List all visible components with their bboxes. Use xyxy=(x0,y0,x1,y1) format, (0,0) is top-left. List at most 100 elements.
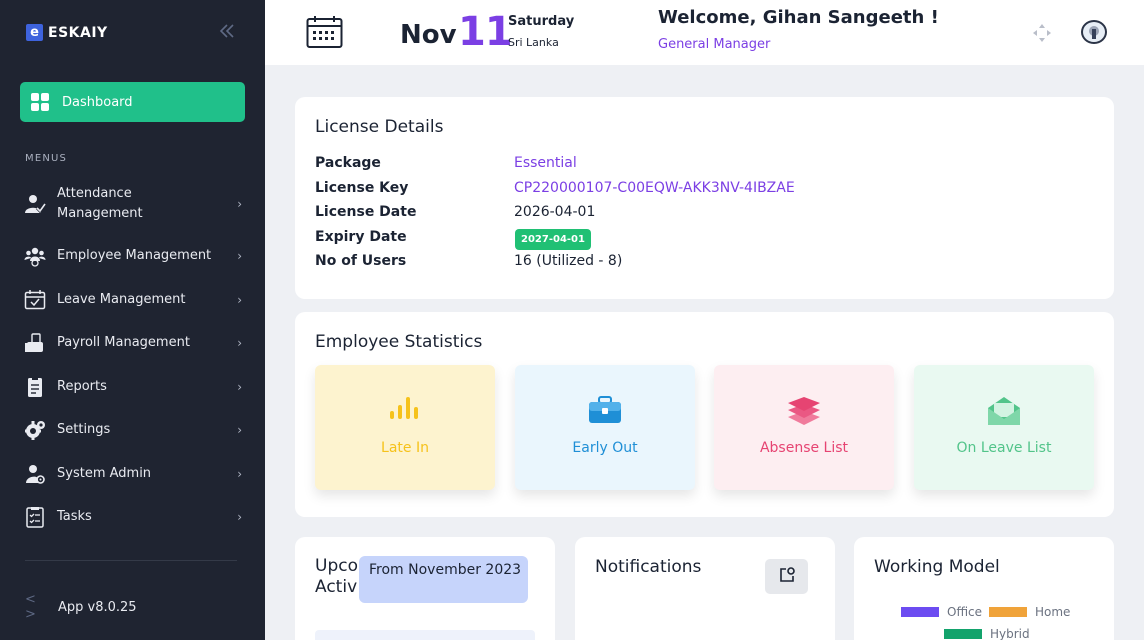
menus-section-label: MENUS xyxy=(25,153,68,164)
sidebar-item-attendance-management[interactable]: Attendance Management › xyxy=(24,184,242,224)
users-count-value: 16 (Utilized - 8) xyxy=(514,253,623,269)
stat-tile-absense-list[interactable]: Absense List xyxy=(714,365,894,490)
chevron-right-icon: › xyxy=(237,293,242,307)
card-title: Working Model xyxy=(874,557,1000,577)
system-admin-icon xyxy=(24,463,46,485)
welcome-message: Welcome, Gihan Sangeeth ! xyxy=(658,7,939,28)
user-role: General Manager xyxy=(658,37,771,52)
payroll-icon xyxy=(24,332,46,354)
card-title: Notifications xyxy=(595,557,702,577)
stat-tile-label: Absense List xyxy=(759,440,849,456)
app-version-label: App v8.0.25 xyxy=(58,599,137,615)
sidebar-item-label: System Admin xyxy=(57,466,152,481)
user-avatar[interactable] xyxy=(1081,20,1107,44)
employee-statistics-card: Employee Statistics Late In Early Out Ab… xyxy=(295,312,1114,517)
dashboard-grid-icon xyxy=(31,93,49,111)
legend-label: Home xyxy=(1035,605,1071,619)
tasks-icon xyxy=(24,506,46,528)
chevron-right-icon: › xyxy=(237,510,242,524)
sidebar-item-tasks[interactable]: Tasks › xyxy=(24,506,242,528)
briefcase-icon xyxy=(515,395,695,425)
from-date-tag[interactable]: From November 2023 xyxy=(359,556,528,603)
date-country: Sri Lanka xyxy=(508,36,559,49)
upcoming-activities-card: Upco Activ From November 2023 xyxy=(295,537,555,640)
stat-tile-label: On Leave List xyxy=(956,440,1052,456)
working-model-card: Working Model Office Home Hybrid xyxy=(854,537,1114,640)
license-label: No of Users xyxy=(315,253,407,269)
sidebar-item-label: Tasks xyxy=(57,509,92,524)
chevron-right-icon: › xyxy=(237,380,242,394)
double-chevron-left-icon[interactable] xyxy=(219,24,239,42)
expiry-date-badge: 2027-04-01 xyxy=(515,229,591,250)
stat-tile-label: Late In xyxy=(381,440,429,456)
license-package-value: Essential xyxy=(514,155,577,171)
calendar-icon xyxy=(306,15,343,53)
legend-item-hybrid[interactable]: Hybrid xyxy=(944,627,1030,640)
card-title-line: Activ xyxy=(315,577,358,597)
legend-item-office[interactable]: Office xyxy=(901,605,982,619)
code-brackets-icon: < > xyxy=(25,592,36,622)
brand-logo[interactable]: e ESKAIY xyxy=(26,24,108,41)
chevron-right-icon: › xyxy=(237,467,242,481)
chevron-right-icon: › xyxy=(237,249,242,263)
open-notifications-button[interactable] xyxy=(765,559,808,594)
sidebar-item-label: Dashboard xyxy=(62,94,133,110)
upcoming-list xyxy=(315,630,535,640)
legend-swatch xyxy=(901,607,939,617)
move-arrows-icon[interactable] xyxy=(1032,23,1052,47)
card-title: Upco Activ xyxy=(315,556,358,598)
sidebar: e ESKAIY Dashboard MENUS Attendance Mana… xyxy=(0,0,265,640)
date-day: 11 xyxy=(458,9,513,55)
stat-tile-on-leave-list[interactable]: On Leave List xyxy=(914,365,1094,490)
sidebar-item-label: Employee Management xyxy=(57,248,212,263)
sidebar-item-label: Leave Management xyxy=(57,292,186,307)
stat-tile-late-in[interactable]: Late In xyxy=(315,365,495,490)
license-date-value: 2026-04-01 xyxy=(514,204,596,220)
employee-icon xyxy=(24,245,46,267)
sidebar-item-label: Settings xyxy=(57,422,111,437)
attendance-icon xyxy=(24,193,46,215)
legend-label: Office xyxy=(947,605,983,619)
card-title: Employee Statistics xyxy=(315,332,483,352)
date-month: Nov xyxy=(400,20,457,50)
top-header: Nov 11 Saturday Sri Lanka Welcome, Gihan… xyxy=(265,0,1144,65)
card-title-line: Upco xyxy=(315,556,358,576)
envelope-open-icon xyxy=(914,395,1094,427)
legend-swatch xyxy=(989,607,1027,617)
brand-name: ESKAIY xyxy=(48,24,108,41)
card-title: License Details xyxy=(315,117,444,137)
license-label: Expiry Date xyxy=(315,229,407,245)
sidebar-item-leave-management[interactable]: Leave Management › xyxy=(24,289,242,311)
app-version: < > App v8.0.25 xyxy=(25,592,137,622)
license-details-card: License Details Package Essential Licens… xyxy=(295,97,1114,299)
sidebar-item-employee-management[interactable]: Employee Management › xyxy=(24,245,242,267)
legend-swatch xyxy=(944,629,982,639)
sidebar-item-label: Reports xyxy=(57,379,107,394)
legend-item-home[interactable]: Home xyxy=(989,605,1070,619)
external-link-icon xyxy=(778,566,796,588)
sidebar-item-label: Attendance Management xyxy=(57,186,143,221)
sidebar-item-reports[interactable]: Reports › xyxy=(24,376,242,398)
layers-icon xyxy=(714,395,894,427)
notifications-card: Notifications xyxy=(575,537,835,640)
date-weekday: Saturday xyxy=(508,14,575,29)
sidebar-item-system-admin[interactable]: System Admin › xyxy=(24,463,242,485)
chevron-right-icon: › xyxy=(237,197,242,211)
sidebar-item-payroll-management[interactable]: Payroll Management › xyxy=(24,332,242,354)
sidebar-item-settings[interactable]: Settings › xyxy=(24,419,242,441)
chevron-right-icon: › xyxy=(237,336,242,350)
stat-tile-label: Early Out xyxy=(572,440,638,456)
sidebar-divider xyxy=(25,560,237,561)
stat-tile-early-out[interactable]: Early Out xyxy=(515,365,695,490)
license-key-value: CP220000107-C00EQW-AKK3NV-4IBZAE xyxy=(514,180,795,196)
leave-calendar-icon xyxy=(24,289,46,311)
bar-chart-icon xyxy=(315,395,495,421)
settings-gear-icon xyxy=(24,419,46,441)
reports-icon xyxy=(24,376,46,398)
sidebar-item-dashboard[interactable]: Dashboard xyxy=(20,82,245,122)
brand-logo-mark: e xyxy=(26,24,43,41)
chevron-right-icon: › xyxy=(237,423,242,437)
legend-label: Hybrid xyxy=(990,627,1030,640)
sidebar-item-label: Payroll Management xyxy=(57,335,190,350)
license-label: License Key xyxy=(315,180,409,196)
